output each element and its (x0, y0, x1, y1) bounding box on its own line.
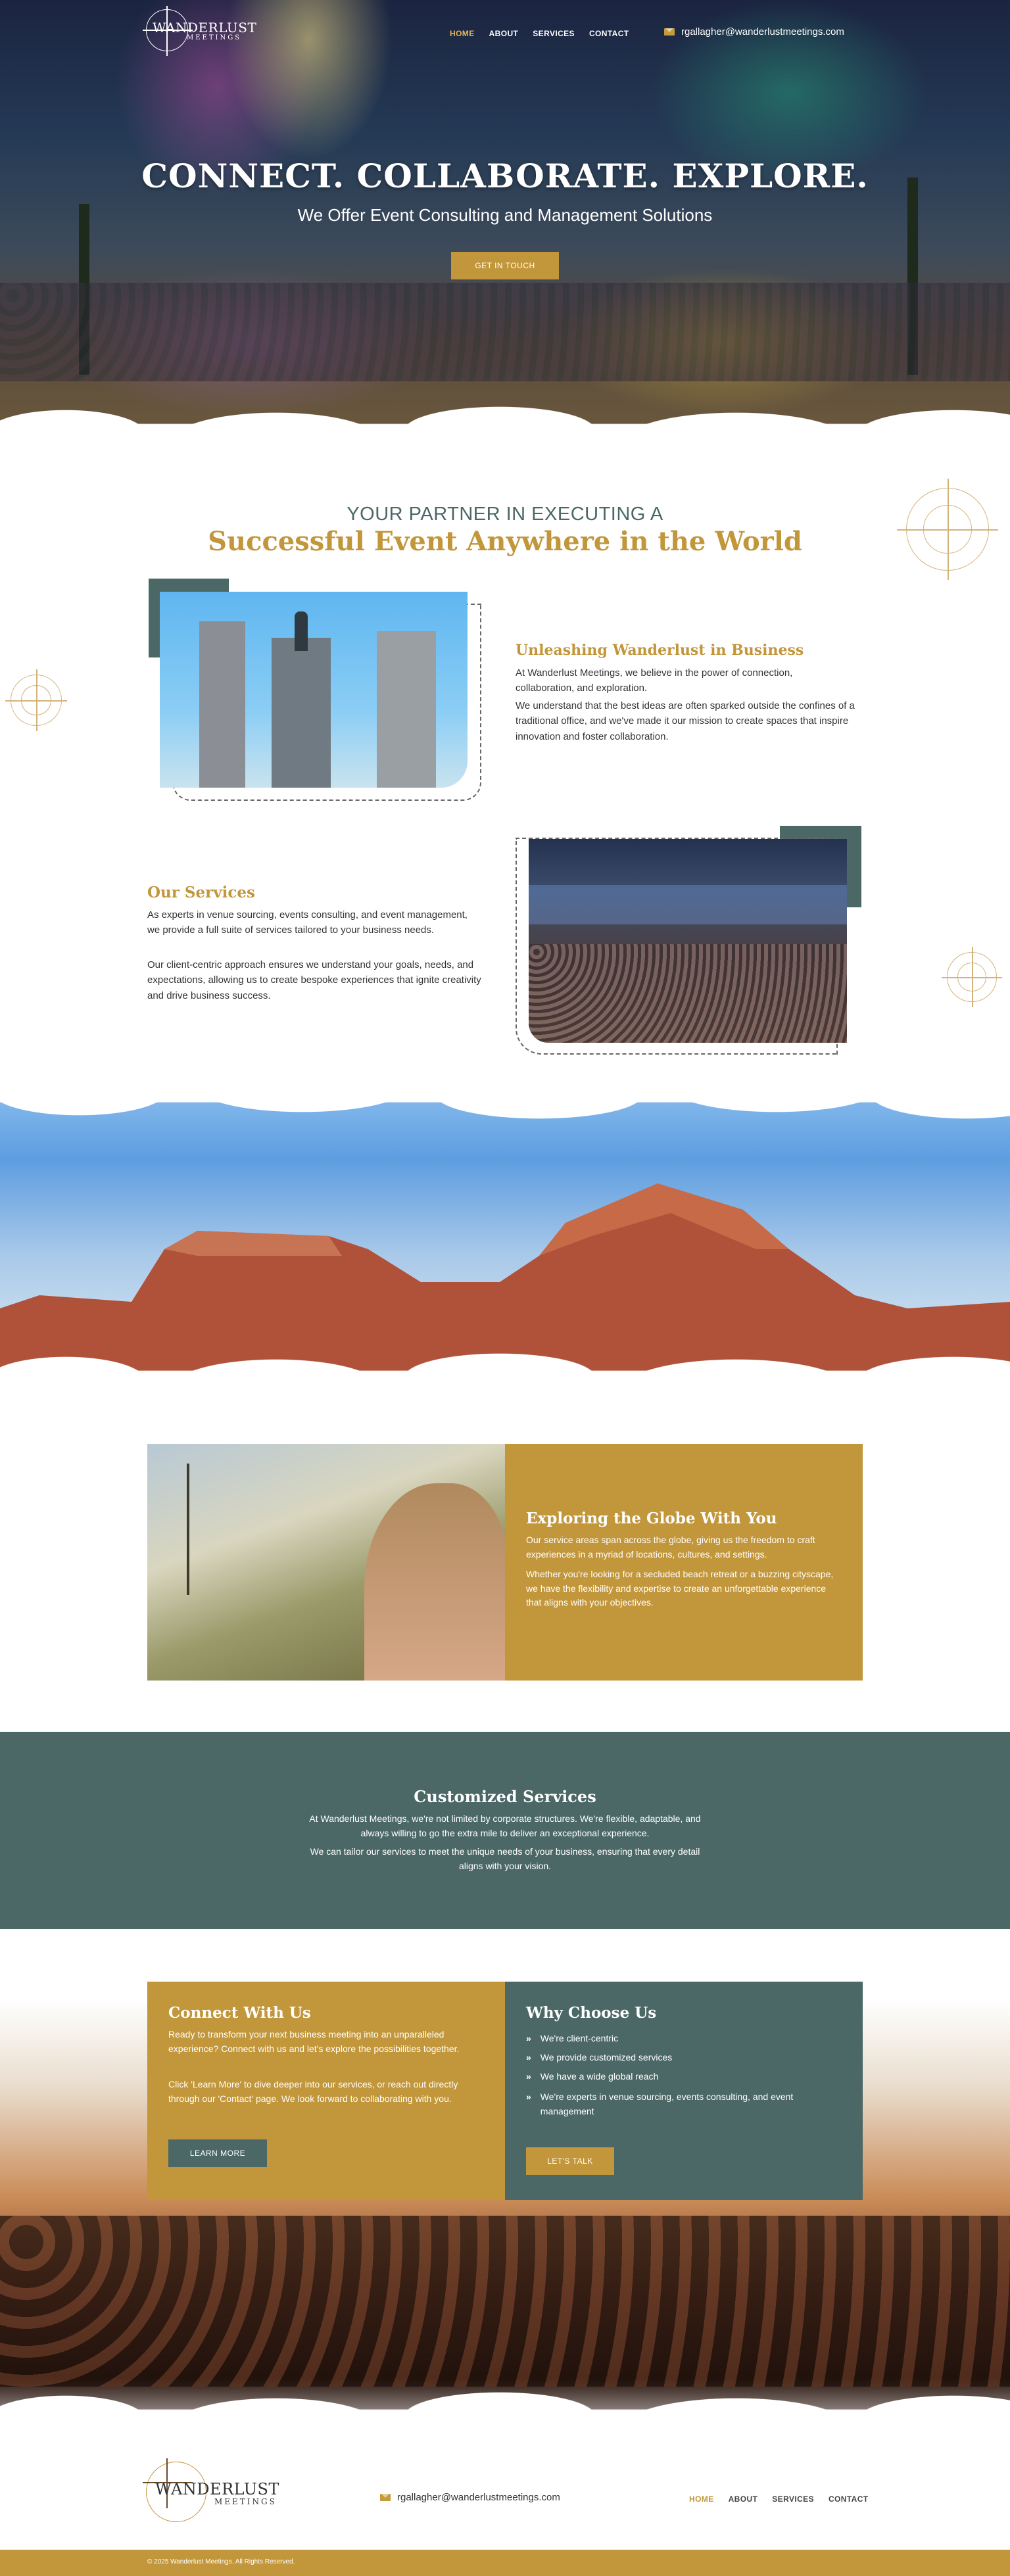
services-paragraph-2: Our client-centric approach ensures we u… (147, 959, 481, 1001)
cloud-divider (0, 368, 1010, 454)
globe-paragraph-2: Whether you're looking for a secluded be… (526, 1569, 834, 1608)
nav-about[interactable]: ABOUT (489, 29, 519, 38)
double-chevron-icon: » (526, 2052, 531, 2063)
envelope-icon (380, 2494, 391, 2501)
event-crowd-image (0, 283, 1010, 381)
hero-title: CONNECT. COLLABORATE. EXPLORE. (141, 156, 869, 195)
why-item: » We're client-centric (526, 2033, 619, 2043)
unleashing-paragraph-1: At Wanderlust Meetings, we believe in th… (516, 667, 793, 694)
connect-title: Connect With Us (168, 2004, 311, 2022)
why-item: » We have a wide global reach (526, 2071, 659, 2082)
globe-paragraph-1: Our service areas span across the globe,… (526, 1535, 815, 1560)
double-chevron-icon: » (526, 2071, 531, 2082)
trade-show-hall-image (529, 839, 847, 1043)
brand-name: WANDERLUST (153, 20, 257, 36)
nav-home[interactable]: HOME (450, 29, 475, 38)
main-nav: HOME ABOUT SERVICES CONTACT (450, 29, 629, 38)
partner-kicker: YOUR PARTNER IN EXECUTING A (347, 504, 663, 525)
footer-nav-about[interactable]: ABOUT (729, 2494, 758, 2504)
connect-paragraph-2: Click 'Learn More' to dive deeper into o… (168, 2079, 458, 2104)
customized-paragraph-2: We can tailor our services to meet the u… (310, 1846, 700, 1871)
services-paragraph-1: As experts in venue sourcing, events con… (147, 909, 468, 936)
brand-subname: MEETINGS (187, 34, 242, 41)
partner-headline: Successful Event Anywhere in the World (208, 526, 802, 557)
services-title: Our Services (147, 884, 255, 901)
unleashing-title: Unleashing Wanderlust in Business (516, 642, 804, 659)
footer-nav-contact[interactable]: CONTACT (829, 2494, 869, 2504)
cathedral-statue-image (160, 592, 468, 788)
header-email-text: rgallagher@wanderlustmeetings.com (681, 26, 844, 37)
globe-panel (505, 1444, 863, 1681)
why-title: Why Choose Us (526, 2004, 657, 2022)
woman-sunset-window-image (147, 1444, 505, 1681)
footer-brand-name: WANDERLUST (155, 2480, 279, 2498)
footer-email[interactable]: rgallagher@wanderlustmeetings.com (380, 2492, 560, 2503)
copyright-text: © 2025 Wanderlust Meetings. All Rights R… (147, 2558, 295, 2565)
compass-decoration (942, 947, 1002, 1007)
double-chevron-icon: » (526, 2033, 531, 2043)
lets-talk-button[interactable]: LET'S TALK (526, 2147, 614, 2175)
footer-email-text: rgallagher@wanderlustmeetings.com (397, 2492, 560, 2503)
nav-contact[interactable]: CONTACT (589, 29, 629, 38)
footer-nav-home[interactable]: HOME (689, 2494, 714, 2504)
brand-logo[interactable]: WANDERLUST MEETINGS (143, 6, 256, 56)
hero-section: WANDERLUST MEETINGS HOME ABOUT SERVICES … (0, 0, 1010, 454)
connect-paragraph-1: Ready to transform your next business me… (168, 2029, 460, 2054)
red-rock-mountain-image (0, 1078, 1010, 1400)
footer-brand-subname: MEETINGS (214, 2497, 277, 2507)
double-chevron-icon: » (526, 2091, 531, 2102)
globe-title: Exploring the Globe With You (526, 1510, 777, 1527)
learn-more-button[interactable]: LEARN MORE (168, 2139, 267, 2167)
customized-title: Customized Services (414, 1787, 596, 1806)
hero-subtitle: We Offer Event Consulting and Management… (297, 205, 713, 225)
get-in-touch-button[interactable]: GET IN TOUCH (451, 252, 559, 279)
cloud-divider (0, 1315, 1010, 1400)
header-email[interactable]: rgallagher@wanderlustmeetings.com (664, 26, 844, 37)
footer-brand-logo[interactable]: WANDERLUST MEETINGS (143, 2458, 279, 2522)
compass-decoration (5, 669, 68, 732)
cloud-divider (0, 2354, 1010, 2446)
why-item: » We're experts in venue sourcing, event… (526, 2090, 842, 2118)
footer-nav: HOME ABOUT SERVICES CONTACT (689, 2494, 869, 2504)
customized-paragraph-1: At Wanderlust Meetings, we're not limite… (309, 1813, 701, 1838)
why-list: » We're client-centric » We provide cust… (526, 2033, 842, 2118)
copyright-bar: © 2025 Wanderlust Meetings. All Rights R… (0, 2550, 1010, 2576)
envelope-icon (664, 28, 675, 36)
nav-services[interactable]: SERVICES (533, 29, 575, 38)
why-item: » We provide customized services (526, 2052, 673, 2063)
footer-nav-services[interactable]: SERVICES (772, 2494, 814, 2504)
unleashing-paragraph-2: We understand that the best ideas are of… (516, 700, 855, 742)
